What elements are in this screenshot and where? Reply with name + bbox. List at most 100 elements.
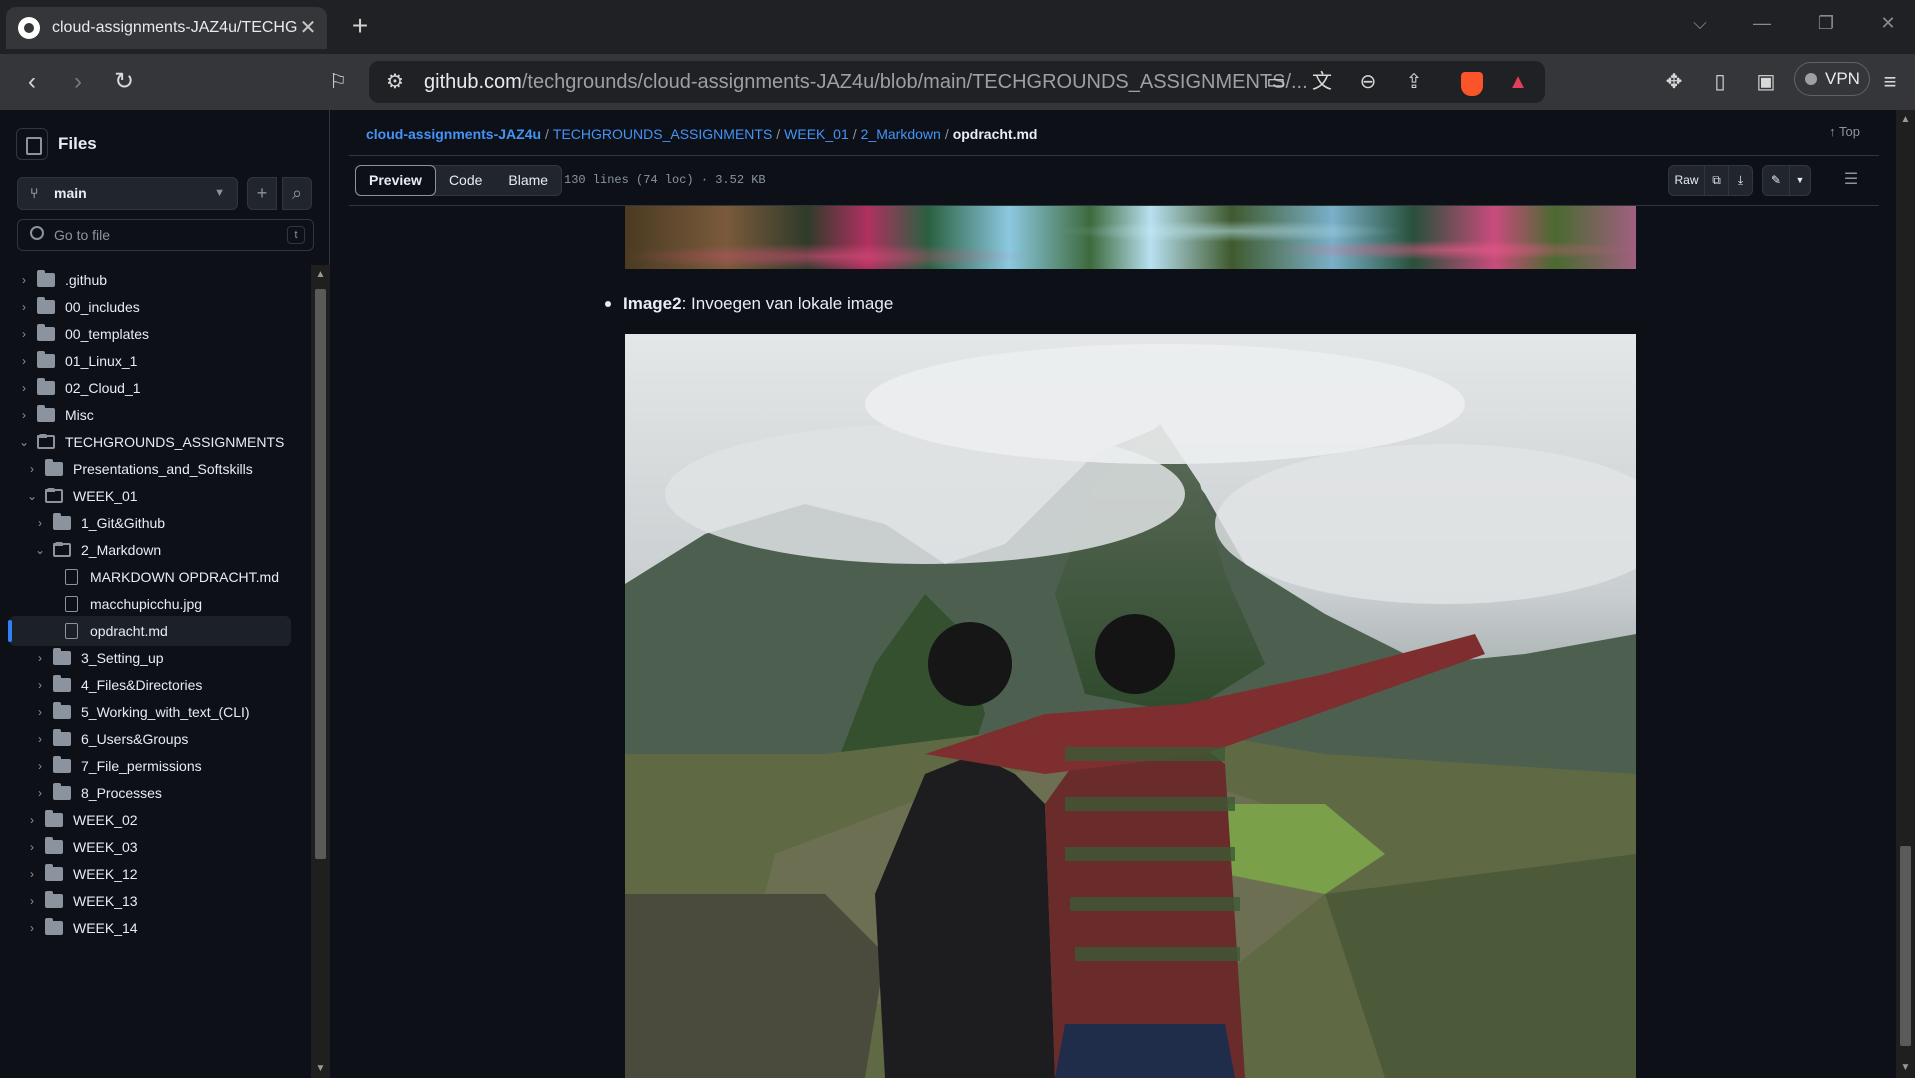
- tree-folder-row[interactable]: › 01_Linux_1: [9, 346, 291, 376]
- tree-folder-row[interactable]: › 4_Files&Directories: [9, 670, 291, 700]
- chevron-right-icon[interactable]: ›: [25, 921, 39, 935]
- scrollbar-thumb[interactable]: [315, 289, 326, 859]
- tree-folder-row[interactable]: › 02_Cloud_1: [9, 373, 291, 403]
- tree-folder-row[interactable]: › 00_includes: [9, 292, 291, 322]
- download-icon[interactable]: ⤓: [1728, 165, 1753, 196]
- minimize-button[interactable]: —: [1742, 8, 1782, 38]
- chevron-right-icon[interactable]: ›: [25, 867, 39, 881]
- chevron-right-icon[interactable]: ›: [17, 354, 31, 368]
- tree-folder-row[interactable]: › WEEK_14: [9, 913, 291, 943]
- tree-folder-row[interactable]: › 1_Git&Github: [9, 508, 291, 538]
- chevron-right-icon[interactable]: ›: [17, 327, 31, 341]
- wallet-icon[interactable]: ▣: [1750, 66, 1782, 98]
- chevron-right-icon[interactable]: ›: [33, 786, 47, 800]
- menu-icon[interactable]: ≡: [1874, 66, 1906, 98]
- tab-blame[interactable]: Blame: [495, 166, 561, 195]
- extensions-icon[interactable]: ✥: [1658, 66, 1690, 98]
- tree-folder-row[interactable]: › Misc: [9, 400, 291, 430]
- chevron-right-icon[interactable]: ›: [33, 678, 47, 692]
- chevron-right-icon[interactable]: ›: [17, 408, 31, 422]
- back-to-top-link[interactable]: ↑ Top: [1829, 124, 1860, 139]
- vpn-button[interactable]: VPN: [1794, 62, 1870, 96]
- scroll-up-icon[interactable]: ▲: [315, 269, 326, 280]
- share-icon[interactable]: ⇪: [1400, 68, 1428, 96]
- sidebar-icon[interactable]: ▯: [1704, 66, 1736, 98]
- tree-folder-row[interactable]: › WEEK_12: [9, 859, 291, 889]
- outline-icon[interactable]: ☰: [1842, 171, 1860, 189]
- tree-file-row[interactable]: opdracht.md: [8, 616, 291, 646]
- restore-button[interactable]: ❐: [1806, 8, 1846, 38]
- site-settings-icon[interactable]: ⚙: [381, 68, 409, 96]
- tree-folder-row[interactable]: › 8_Processes: [9, 778, 291, 808]
- url-text[interactable]: github.com/techgrounds/cloud-assignments…: [424, 71, 1308, 94]
- raw-button[interactable]: Raw: [1668, 165, 1705, 196]
- chevron-right-icon[interactable]: ›: [33, 651, 47, 665]
- tree-folder-row[interactable]: › 00_templates: [9, 319, 291, 349]
- new-tab-button[interactable]: +: [346, 12, 374, 40]
- tab-preview[interactable]: Preview: [355, 165, 436, 196]
- tree-file-row[interactable]: MARKDOWN OPDRACHT.md: [9, 562, 291, 592]
- forward-icon[interactable]: ›: [62, 66, 94, 98]
- close-window-button[interactable]: ✕: [1868, 8, 1908, 38]
- tree-folder-row[interactable]: › WEEK_13: [9, 886, 291, 916]
- scrollbar-thumb[interactable]: [1900, 846, 1911, 1046]
- tree-folder-row[interactable]: ⌄ WEEK_01: [9, 481, 291, 511]
- scroll-up-icon[interactable]: ▲: [1900, 114, 1911, 125]
- chevron-right-icon[interactable]: ›: [17, 273, 31, 287]
- chevron-right-icon[interactable]: ›: [25, 813, 39, 827]
- browser-tab[interactable]: cloud-assignments-JAZ4u/TECHGROUNDS_ASSI…: [6, 7, 327, 49]
- edit-options-chevron-down-icon[interactable]: ▼: [1789, 165, 1811, 196]
- tree-folder-row[interactable]: › WEEK_02: [9, 805, 291, 835]
- bookmark-icon[interactable]: ⚐: [322, 66, 354, 98]
- tree-folder-row[interactable]: › 7_File_permissions: [9, 751, 291, 781]
- back-icon[interactable]: ‹: [16, 66, 48, 98]
- zoom-icon[interactable]: ⊖: [1354, 68, 1382, 96]
- chevron-right-icon[interactable]: ›: [33, 705, 47, 719]
- chevron-down-icon[interactable]: ⌄: [33, 543, 47, 557]
- tree-folder-row[interactable]: › Presentations_and_Softskills: [9, 454, 291, 484]
- breadcrumb-link[interactable]: 2_Markdown: [861, 126, 941, 142]
- reload-icon[interactable]: ↻: [108, 66, 140, 98]
- tree-folder-row[interactable]: › .github: [9, 265, 291, 295]
- tree-folder-row[interactable]: › 6_Users&Groups: [9, 724, 291, 754]
- chevron-right-icon[interactable]: ›: [17, 381, 31, 395]
- brave-shield-icon[interactable]: [1461, 72, 1483, 96]
- tree-file-row[interactable]: macchupicchu.jpg: [9, 589, 291, 619]
- chevron-right-icon[interactable]: ›: [33, 516, 47, 530]
- translate-icon[interactable]: 文: [1308, 68, 1336, 96]
- tree-folder-row[interactable]: › 5_Working_with_text_(CLI): [9, 697, 291, 727]
- chevron-down-icon[interactable]: ⌄: [17, 435, 31, 449]
- breadcrumb-repo-link[interactable]: cloud-assignments-JAZ4u: [366, 126, 541, 142]
- go-to-file-field[interactable]: t: [17, 219, 314, 251]
- tab-search-icon[interactable]: ⌵: [1680, 8, 1720, 38]
- address-bar[interactable]: ⚙ github.com/techgrounds/cloud-assignmen…: [369, 61, 1545, 103]
- tree-folder-row[interactable]: › 3_Setting_up: [9, 643, 291, 673]
- collapse-sidebar-icon[interactable]: [16, 128, 48, 160]
- search-icon[interactable]: ⌕: [282, 177, 312, 210]
- scroll-down-icon[interactable]: ▼: [315, 1063, 326, 1074]
- tab-code[interactable]: Code: [436, 166, 495, 195]
- edit-icon[interactable]: ✎: [1762, 165, 1790, 196]
- scroll-down-icon[interactable]: ▼: [1900, 1062, 1911, 1073]
- breadcrumb-link[interactable]: WEEK_01: [784, 126, 849, 142]
- go-to-file-input[interactable]: [54, 224, 294, 246]
- chevron-right-icon[interactable]: ›: [17, 300, 31, 314]
- cast-icon[interactable]: ▭: [1262, 68, 1290, 96]
- chevron-right-icon[interactable]: ›: [25, 462, 39, 476]
- breadcrumb-link[interactable]: TECHGROUNDS_ASSIGNMENTS: [553, 126, 772, 142]
- chevron-down-icon[interactable]: ⌄: [25, 489, 39, 503]
- chevron-right-icon[interactable]: ›: [25, 894, 39, 908]
- chevron-right-icon[interactable]: ›: [33, 759, 47, 773]
- tree-folder-row[interactable]: ⌄ TECHGROUNDS_ASSIGNMENTS: [9, 427, 291, 457]
- tree-folder-row[interactable]: › WEEK_03: [9, 832, 291, 862]
- copy-icon[interactable]: ⧉: [1704, 165, 1729, 196]
- tab-close-icon[interactable]: ✕: [297, 17, 319, 39]
- sidebar-scrollbar[interactable]: ▲ ▼: [311, 265, 330, 1078]
- page-scrollbar[interactable]: ▲ ▼: [1896, 110, 1915, 1078]
- chevron-right-icon[interactable]: ›: [33, 732, 47, 746]
- add-file-button[interactable]: +: [247, 177, 277, 210]
- tree-folder-row[interactable]: ⌄ 2_Markdown: [9, 535, 291, 565]
- brave-rewards-icon[interactable]: ▲: [1504, 68, 1532, 96]
- branch-selector[interactable]: ⑂ main ▼: [17, 177, 238, 210]
- chevron-right-icon[interactable]: ›: [25, 840, 39, 854]
